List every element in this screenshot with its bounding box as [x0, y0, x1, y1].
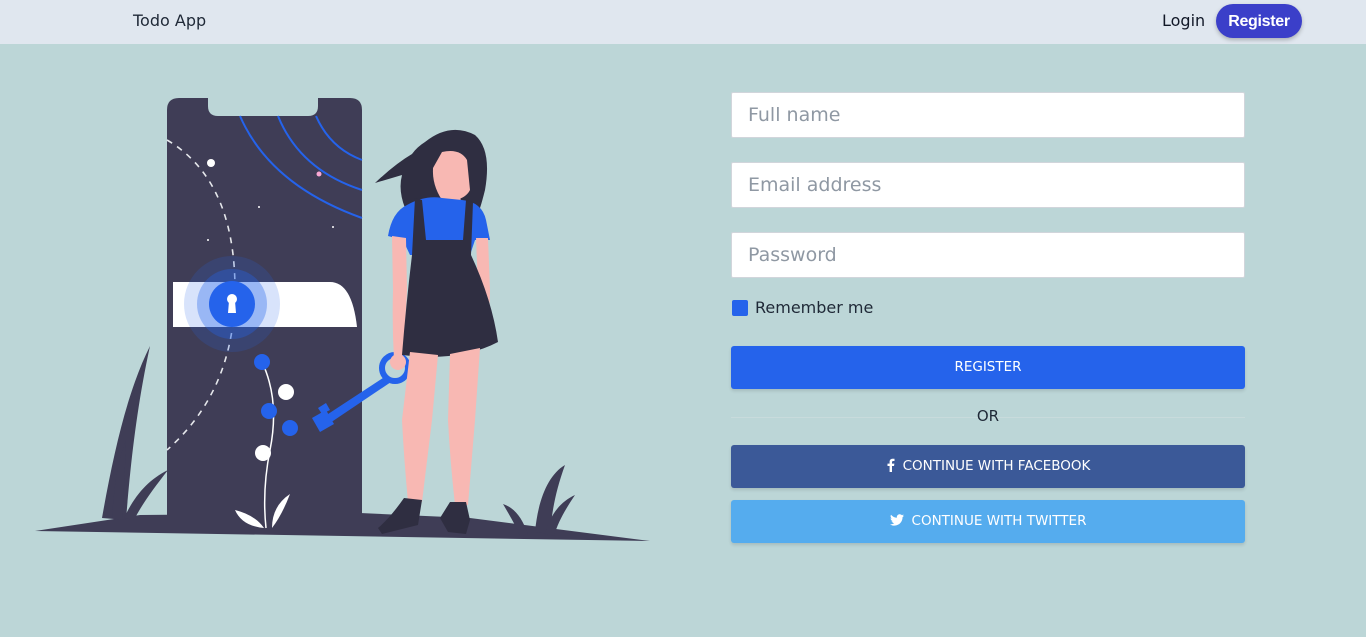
facebook-button[interactable]: CONTINUE WITH FACEBOOK — [731, 445, 1245, 488]
login-link[interactable]: Login — [1162, 11, 1205, 30]
or-divider: OR — [731, 389, 1245, 445]
register-form: Remember me REGISTER OR CONTINUE WITH FA… — [731, 92, 1245, 543]
nav-register-button[interactable]: Register — [1216, 4, 1302, 38]
email-input[interactable] — [731, 162, 1245, 208]
remember-me-checkbox[interactable] — [732, 300, 748, 316]
facebook-button-label: CONTINUE WITH FACEBOOK — [902, 458, 1091, 474]
navbar: Todo App Login Register — [0, 0, 1366, 44]
twitter-icon — [889, 513, 904, 526]
password-input[interactable] — [731, 232, 1245, 278]
security-illustration — [35, 98, 650, 541]
twitter-button[interactable]: CONTINUE WITH TWITTER — [731, 500, 1245, 543]
woman-hair — [375, 129, 488, 208]
or-label: OR — [976, 407, 1000, 425]
remember-me-row: Remember me — [731, 298, 1245, 318]
facebook-icon — [887, 458, 895, 472]
brand-link[interactable]: Todo App — [133, 11, 206, 30]
remember-me-label: Remember me — [755, 298, 874, 317]
woman-face — [432, 151, 470, 200]
register-button[interactable]: REGISTER — [731, 346, 1245, 389]
full-name-input[interactable] — [731, 92, 1245, 138]
woman-legs — [402, 352, 438, 502]
twitter-button-label: CONTINUE WITH TWITTER — [911, 513, 1087, 529]
